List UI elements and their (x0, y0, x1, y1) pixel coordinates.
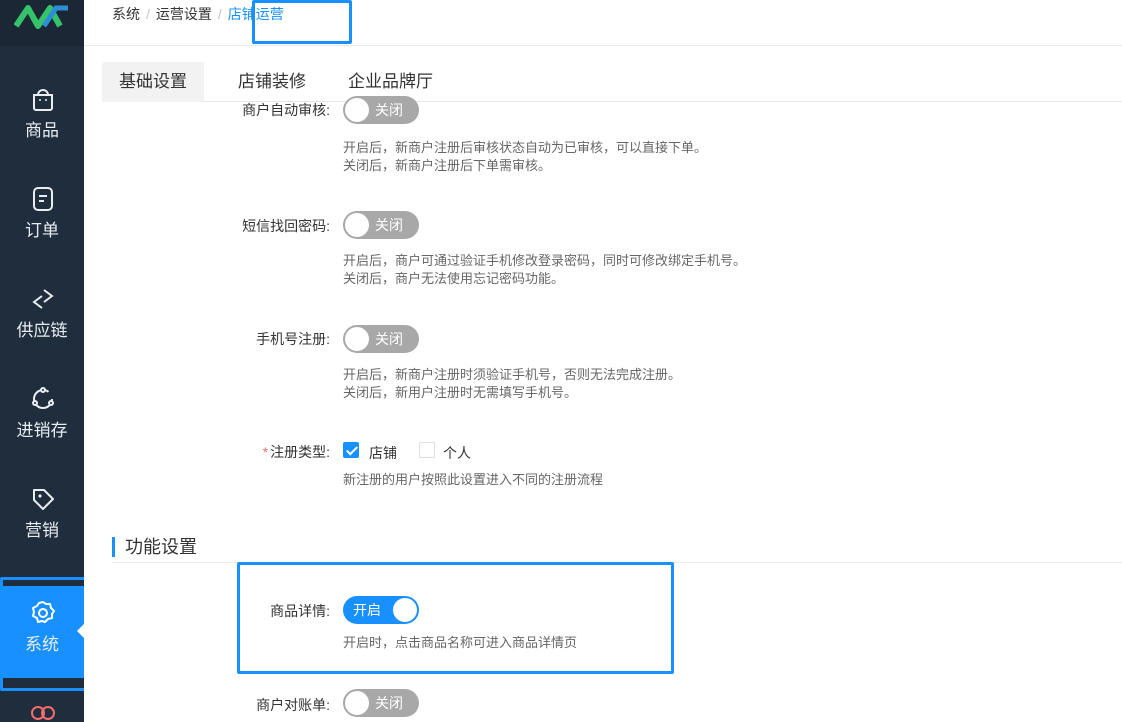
sms-password-desc-on: 开启后，商户可通过验证手机修改登录密码，同时可修改绑定手机号。 (343, 253, 747, 268)
switch-text: 关闭 (375, 331, 403, 347)
order-icon (33, 187, 53, 211)
register-type-shop-checkbox[interactable] (343, 442, 359, 458)
breadcrumb-separator: / (146, 6, 150, 22)
auto-review-label: 商户自动审核: (242, 102, 330, 118)
switch-text: 关闭 (375, 217, 403, 233)
merchant-statement-switch[interactable]: 关闭 (343, 689, 419, 717)
product-detail-desc: 开启时，点击商品名称可进入商品详情页 (343, 635, 578, 650)
logo-icon (14, 5, 68, 29)
sidebar-item-marketing[interactable]: 营销 (0, 472, 84, 564)
register-type-personal-checkbox[interactable] (419, 442, 435, 458)
register-type-label: * 注册类型: (170, 442, 330, 462)
phone-register-switch[interactable]: 关闭 (343, 325, 419, 353)
sidebar-item-more[interactable] (0, 690, 84, 722)
phone-register-desc-on: 开启后，新商户注册时须验证手机号，否则无法完成注册。 (343, 367, 682, 382)
sidebar-item-label: 商品 (25, 121, 59, 140)
switch-knob (345, 98, 369, 122)
sidebar-item-label: 订单 (25, 221, 59, 240)
switch-knob (345, 327, 369, 351)
product-detail-label: 商品详情: (270, 603, 330, 619)
switch-knob (345, 213, 369, 237)
sms-password-desc-off: 关闭后，商户无法使用忘记密码功能。 (343, 271, 565, 286)
app-logo[interactable] (0, 0, 84, 46)
register-type-desc: 新注册的用户按照此设置进入不同的注册流程 (343, 472, 604, 487)
merchant-statement-label: 商户对账单: (256, 697, 330, 713)
sidebar-item-system[interactable]: 系统 (0, 586, 84, 678)
sidebar-item-orders[interactable]: 订单 (0, 172, 84, 264)
sidebar-item-products[interactable]: 商品 (0, 72, 84, 164)
tab-basic-settings[interactable]: 基础设置 (102, 62, 204, 102)
breadcrumb-separator: / (217, 6, 222, 22)
breadcrumb-item-system[interactable]: 系统 (112, 6, 140, 22)
breadcrumb-item-operations[interactable]: 运营设置 (156, 6, 212, 22)
breadcrumb: 系统 / 运营设置 / 店铺运营 (112, 4, 284, 24)
infinity-icon (31, 706, 55, 720)
auto-review-desc-off: 关闭后，新商户注册后下单需审核。 (343, 158, 552, 173)
phone-register-label: 手机号注册: (256, 331, 330, 347)
arrows-exchange-icon (32, 289, 54, 309)
top-bar: 系统 / 运营设置 / 店铺运营 (84, 0, 1122, 46)
sidebar-item-label: 营销 (25, 521, 59, 540)
register-type-label-text: 注册类型: (270, 444, 330, 460)
switch-text: 关闭 (375, 695, 403, 711)
sidebar: 商品 订单 供应链 进销存 营销 系统 (0, 0, 115, 722)
register-type-shop-label[interactable]: 店铺 (369, 443, 397, 463)
section-title-function-settings: 功能设置 (112, 537, 197, 557)
register-type-personal-label[interactable]: 个人 (443, 443, 471, 463)
bag-icon (33, 89, 53, 111)
breadcrumb-item-current: 店铺运营 (227, 6, 284, 22)
switch-knob (393, 598, 417, 622)
phone-register-desc-off: 关闭后，新用户注册时无需填写手机号。 (343, 385, 578, 400)
sms-password-switch[interactable]: 关闭 (343, 211, 419, 239)
switch-knob (345, 691, 369, 715)
tab-shop-decoration[interactable]: 店铺装修 (228, 62, 316, 102)
sidebar-item-label: 进销存 (16, 421, 68, 440)
sms-password-label: 短信找回密码: (242, 218, 330, 234)
auto-review-desc-on: 开启后，新商户注册后审核状态自动为已审核，可以直接下单。 (343, 140, 708, 155)
sidebar-item-supply-chain[interactable]: 供应链 (0, 272, 84, 364)
switch-text: 关闭 (375, 102, 403, 118)
product-detail-switch[interactable]: 开启 (343, 596, 419, 624)
sidebar-item-label: 系统 (25, 635, 59, 654)
tag-icon (33, 489, 54, 510)
cycle-icon (32, 387, 54, 409)
switch-text: 开启 (353, 602, 381, 618)
auto-review-switch[interactable]: 关闭 (343, 96, 419, 124)
sidebar-item-label: 供应链 (16, 321, 68, 340)
gear-icon (32, 601, 55, 623)
tab-bar: 基础设置 店铺装修 企业品牌厅 (102, 62, 1122, 102)
sidebar-item-inventory[interactable]: 进销存 (0, 372, 84, 464)
section-divider (112, 562, 1122, 563)
required-mark: * (262, 444, 269, 460)
